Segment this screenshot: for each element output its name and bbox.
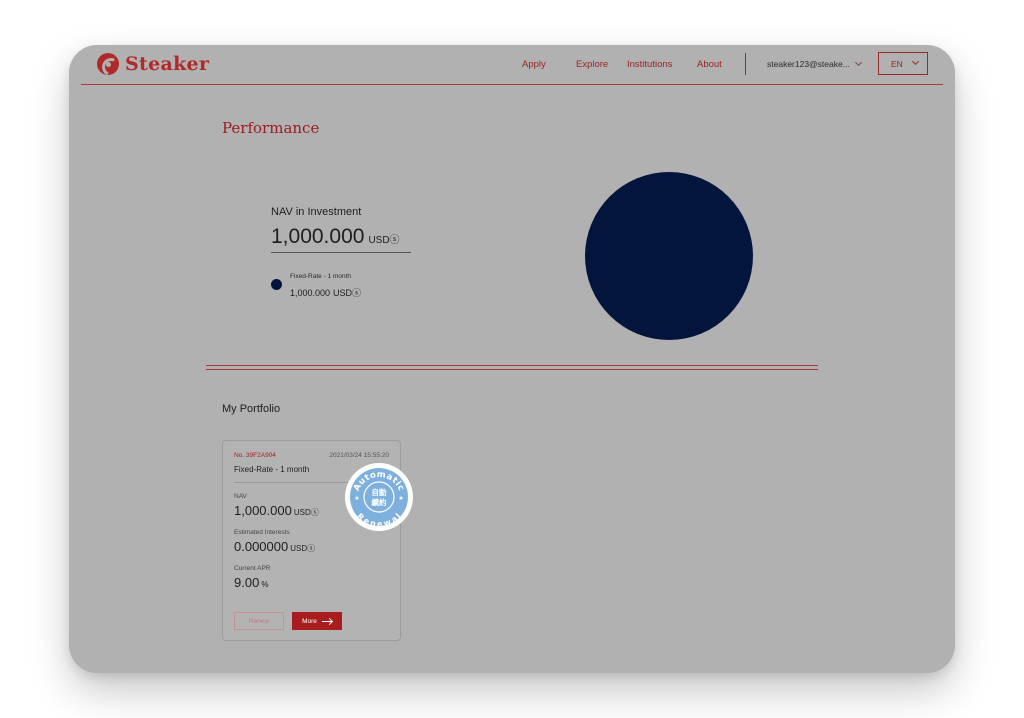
star-icon: ★ — [354, 495, 359, 502]
logo-icon — [97, 53, 119, 75]
nav-investment-label: NAV in Investment — [271, 206, 362, 218]
renewal-stamp-icon: Automatic Renewal 自動 續約 ★ ★ — [350, 468, 408, 529]
card-nav-unit: USDⓢ — [293, 508, 319, 517]
legend-amount: 1,000.000 — [290, 288, 331, 298]
legend-label: Fixed-Rate - 1 month — [290, 273, 352, 280]
star-icon: ★ — [398, 495, 403, 502]
nav-apply[interactable]: Apply — [522, 59, 546, 70]
portfolio-title: My Portfolio — [222, 403, 281, 415]
legend-value: 1,000.000 USDⓢ — [290, 286, 361, 299]
account-menu[interactable]: steaker123@steake... — [767, 58, 862, 69]
badge-center-line1: 自動 — [372, 487, 387, 497]
brand-name: Steaker — [125, 53, 210, 75]
performance-title: Performance — [222, 119, 320, 137]
card-interest-amount: 0.000000 — [234, 539, 289, 554]
nav-explore[interactable]: Explore — [576, 59, 608, 70]
contract-plan: Fixed-Rate - 1 month — [234, 465, 310, 474]
card-apr-label: Current APR — [234, 565, 271, 572]
language-select[interactable]: EN — [878, 52, 928, 75]
legend-unit: USDⓢ — [333, 288, 362, 298]
language-value: EN — [891, 58, 903, 69]
app-window: Steaker Apply Explore Institutions About… — [69, 45, 955, 673]
nav-institutions[interactable]: Institutions — [627, 59, 672, 70]
legend-color-dot — [271, 279, 282, 290]
pie-slice[interactable] — [585, 172, 753, 340]
badge-center-line2: 續約 — [372, 497, 387, 507]
nav-investment-total: 1,000.000 USDⓢ — [271, 225, 411, 253]
section-divider — [206, 365, 818, 370]
nav-investment-unit: USDⓢ — [368, 235, 400, 246]
chevron-down-icon — [911, 57, 919, 66]
brand-logo[interactable]: Steaker — [97, 53, 209, 75]
chevron-down-icon — [854, 58, 862, 67]
more-button[interactable]: More — [292, 612, 342, 630]
account-email: steaker123@steake... — [767, 59, 850, 69]
top-navbar: Steaker Apply Explore Institutions About… — [81, 45, 943, 85]
card-interest-unit: USDⓢ — [290, 544, 316, 553]
card-apr-unit: % — [261, 580, 269, 589]
nav-investment-value: 1,000.000 — [271, 225, 365, 248]
card-apr-amount: 9.00 — [234, 575, 260, 590]
nav-divider — [745, 53, 746, 75]
card-nav-label: NAV — [234, 493, 247, 500]
nav-about[interactable]: About — [697, 59, 722, 70]
automatic-renewal-badge: Automatic Renewal 自動 續約 ★ ★ — [345, 463, 413, 531]
card-nav-amount: 1,000.000 — [234, 503, 292, 518]
contract-number: No. 39F2A904 — [234, 452, 276, 459]
card-nav-value: 1,000.000 USDⓢ — [234, 503, 319, 518]
renew-button[interactable]: Renew — [234, 612, 284, 630]
card-interest-value: 0.000000 USDⓢ — [234, 539, 315, 554]
arrow-right-icon — [321, 620, 332, 622]
allocation-pie-chart — [585, 172, 753, 340]
more-label: More — [302, 617, 317, 625]
card-apr-value: 9.00% — [234, 575, 268, 590]
card-interest-label: Estimated Interests — [234, 529, 290, 536]
contract-date: 2021/03/24 15:55:20 — [329, 452, 389, 459]
